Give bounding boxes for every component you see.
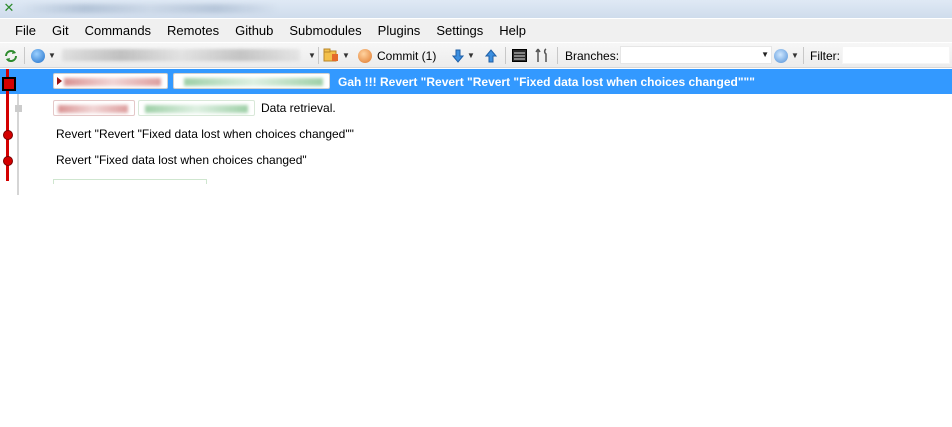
commit-node: [3, 130, 13, 140]
commit-row[interactable]: Gah !!! Revert "Revert "Revert "Fixed da…: [0, 69, 952, 94]
menu-git[interactable]: Git: [44, 19, 77, 42]
push-button[interactable]: [485, 43, 497, 68]
menu-file[interactable]: File: [7, 19, 44, 42]
menu-submodules[interactable]: Submodules: [281, 19, 369, 42]
chevron-down-icon: ▼: [761, 50, 769, 59]
wrench-icon: [535, 48, 547, 62]
filter-label: Filter:: [810, 49, 840, 63]
commit-message: Data retrieval.: [261, 101, 336, 115]
head-marker-icon: [57, 77, 62, 85]
repository-dropdown-icon[interactable]: ▼: [308, 51, 316, 60]
branches-settings-button[interactable]: ▼: [774, 43, 799, 68]
repository-path-redacted: [62, 49, 300, 61]
menu-github[interactable]: Github: [227, 19, 281, 42]
revision-grid: Gah !!! Revert "Revert "Revert "Fixed da…: [0, 69, 952, 427]
remote-branch-label-redacted: [173, 73, 330, 89]
repository-icon: [31, 48, 45, 63]
refresh-button[interactable]: [4, 43, 18, 68]
toolbar-separator: [24, 47, 25, 64]
chevron-down-icon: ▼: [467, 51, 475, 60]
menu-bar: File Git Commands Remotes Github Submodu…: [0, 19, 952, 42]
commit-label: Commit (1): [377, 48, 437, 63]
remote-branch-label-redacted: [138, 100, 255, 116]
arrow-down-icon: [452, 49, 464, 63]
gear-icon: [774, 48, 788, 63]
toolbar-separator: [318, 47, 319, 64]
branch-label-redacted: [53, 73, 168, 89]
commit-message: Gah !!! Revert "Revert "Revert "Fixed da…: [338, 75, 755, 89]
console-icon: [512, 49, 527, 62]
commit-icon: [358, 48, 372, 63]
branches-dropdown[interactable]: ▼: [620, 46, 772, 64]
remote-branch-label-redacted: [53, 179, 207, 184]
commit-node: [15, 105, 22, 112]
menu-settings[interactable]: Settings: [428, 19, 491, 42]
filter-input[interactable]: [842, 46, 950, 64]
app-icon: [2, 1, 16, 15]
commit-row[interactable]: [0, 173, 952, 184]
branch-label-redacted: [53, 100, 135, 116]
commit-row[interactable]: Revert "Revert "Fixed data lost when cho…: [0, 121, 952, 146]
head-commit-node: [2, 77, 16, 91]
menu-plugins[interactable]: Plugins: [370, 19, 429, 42]
refresh-icon: [5, 49, 17, 62]
toolbar: ▼ ▼ ▼ Commit (1) ▼ Branches: ▼ ▼ Filter:: [0, 43, 952, 68]
repository-button[interactable]: ▼: [31, 43, 56, 68]
commit-row[interactable]: Data retrieval.: [0, 95, 952, 120]
chevron-down-icon: ▼: [791, 51, 799, 60]
chevron-down-icon: ▼: [48, 51, 56, 60]
toolbar-separator: [557, 47, 558, 64]
menu-remotes[interactable]: Remotes: [159, 19, 227, 42]
menu-commands[interactable]: Commands: [77, 19, 159, 42]
stash-button[interactable]: ▼: [323, 43, 350, 68]
commit-button[interactable]: Commit (1): [358, 43, 436, 68]
toolbar-separator: [803, 47, 804, 64]
arrow-up-icon: [485, 48, 497, 62]
folder-icon: [323, 48, 338, 62]
commit-message: Revert "Fixed data lost when choices cha…: [56, 153, 307, 167]
toolbar-separator: [505, 47, 506, 64]
commit-node: [3, 156, 13, 166]
title-bar: [0, 0, 952, 18]
chevron-down-icon: ▼: [342, 51, 350, 60]
commit-message: Revert "Revert "Fixed data lost when cho…: [56, 127, 354, 141]
tools-button[interactable]: [535, 43, 551, 68]
window-title-redacted: [20, 4, 280, 13]
branches-label: Branches:: [565, 49, 620, 63]
pull-button[interactable]: ▼: [452, 43, 475, 68]
commit-row[interactable]: Revert "Fixed data lost when choices cha…: [0, 147, 952, 172]
console-button[interactable]: [512, 43, 527, 68]
menu-help[interactable]: Help: [491, 19, 534, 42]
